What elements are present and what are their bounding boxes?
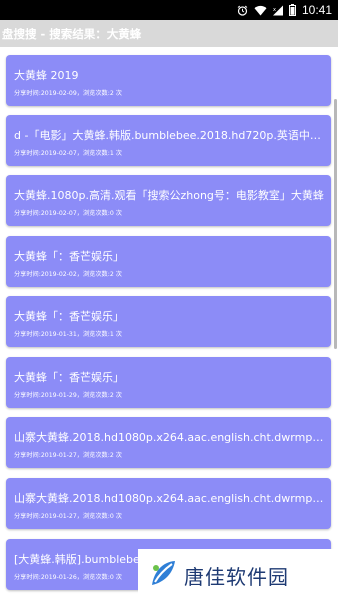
result-title: d -「电影」大黄蜂.韩版.bumblebee.2018.hd720p.英语中字… xyxy=(14,129,326,142)
status-bar: x 10:41 xyxy=(0,0,338,20)
result-meta: 分享时间:2019-01-29，浏览次数:2 次 xyxy=(14,390,122,399)
page-title: 盘搜搜 - 搜索结果：大黄蜂 xyxy=(2,27,142,41)
battery-icon xyxy=(288,4,296,16)
result-card[interactable]: d -「电影」大黄蜂.韩版.bumblebee.2018.hd720p.英语中字… xyxy=(6,115,331,166)
result-card[interactable]: 大黄蜂「：香芒娱乐」 分享时间:2019-01-29，浏览次数:2 次 xyxy=(6,357,331,408)
view-count: 浏览次数:2 次 xyxy=(82,271,122,278)
share-date: 分享时间:2019-01-29 xyxy=(14,392,77,399)
view-count: 浏览次数:0 次 xyxy=(82,513,122,520)
watermark-text: 唐佳软件园 xyxy=(184,565,289,589)
share-date: 分享时间:2019-02-07 xyxy=(14,150,77,157)
view-count: 浏览次数:1 次 xyxy=(82,331,122,338)
share-date: 分享时间:2019-01-26 xyxy=(14,574,77,581)
result-title: 山寨大黄蜂.2018.hd1080p.x264.aac.english.cht.… xyxy=(14,492,326,505)
results-list[interactable]: 大黄蜂 2019 分享时间:2019-02-09，浏览次数:2 次 d -「电影… xyxy=(0,47,338,600)
app-header: 盘搜搜 - 搜索结果：大黄蜂 xyxy=(0,20,338,47)
result-title: 山寨大黄蜂.2018.hd1080p.x264.aac.english.cht.… xyxy=(14,431,326,444)
clock-time: 10:41 xyxy=(301,3,332,17)
result-meta: 分享时间:2019-02-02，浏览次数:2 次 xyxy=(14,269,122,278)
result-title: 大黄蜂「：香芒娱乐」 xyxy=(14,310,124,323)
result-meta: 分享时间:2019-02-09，浏览次数:2 次 xyxy=(14,88,122,97)
result-title: 大黄蜂「：香芒娱乐」 xyxy=(14,250,124,263)
result-title: 大黄蜂 2019 xyxy=(14,69,79,82)
result-card[interactable]: 大黄蜂.1080p.高清.观看「搜索公zhong号：电影教室」大黄蜂 分享时间:… xyxy=(6,175,331,226)
result-card[interactable]: 大黄蜂 2019 分享时间:2019-02-09，浏览次数:2 次 xyxy=(6,55,331,106)
result-meta: 分享时间:2019-02-07，浏览次数:0 次 xyxy=(14,208,122,217)
leaf-logo-icon xyxy=(152,561,175,585)
alarm-icon xyxy=(237,5,248,16)
view-count: 浏览次数:2 次 xyxy=(82,452,122,459)
share-date: 分享时间:2019-01-27 xyxy=(14,513,77,520)
result-card[interactable]: 大黄蜂「：香芒娱乐」 分享时间:2019-02-02，浏览次数:2 次 xyxy=(6,236,331,287)
share-date: 分享时间:2019-01-31 xyxy=(14,331,77,338)
view-count: 浏览次数:2 次 xyxy=(82,392,122,399)
share-date: 分享时间:2019-02-07 xyxy=(14,210,77,217)
view-count: 浏览次数:2 次 xyxy=(82,90,122,97)
result-title: 大黄蜂「：香芒娱乐」 xyxy=(14,371,124,384)
result-card[interactable]: 山寨大黄蜂.2018.hd1080p.x264.aac.english.cht.… xyxy=(6,478,331,529)
view-count: 浏览次数:1 次 xyxy=(82,150,122,157)
result-meta: 分享时间:2019-02-07，浏览次数:1 次 xyxy=(14,148,122,157)
share-date: 分享时间:2019-02-02 xyxy=(14,271,77,278)
view-count: 浏览次数:0 次 xyxy=(82,574,122,581)
result-meta: 分享时间:2019-01-27，浏览次数:2 次 xyxy=(14,450,122,459)
view-count: 浏览次数:0 次 xyxy=(82,210,122,217)
svg-text:x: x xyxy=(273,7,276,13)
result-card[interactable]: 山寨大黄蜂.2018.hd1080p.x264.aac.english.cht.… xyxy=(6,417,331,468)
wifi-icon xyxy=(254,5,267,16)
share-date: 分享时间:2019-01-27 xyxy=(14,452,77,459)
result-meta: 分享时间:2019-01-31，浏览次数:1 次 xyxy=(14,329,122,338)
result-title: 大黄蜂.1080p.高清.观看「搜索公zhong号：电影教室」大黄蜂 xyxy=(14,189,324,202)
result-meta: 分享时间:2019-01-27，浏览次数:0 次 xyxy=(14,511,122,520)
status-icons: x 10:41 xyxy=(237,2,332,18)
result-card[interactable]: 大黄蜂「：香芒娱乐」 分享时间:2019-01-31，浏览次数:1 次 xyxy=(6,296,331,347)
result-meta: 分享时间:2019-01-26，浏览次数:0 次 xyxy=(14,572,122,581)
scrollbar[interactable] xyxy=(334,99,337,349)
signal-icon: x xyxy=(272,5,283,16)
share-date: 分享时间:2019-02-09 xyxy=(14,90,77,97)
watermark: 唐佳软件园 xyxy=(138,549,338,600)
